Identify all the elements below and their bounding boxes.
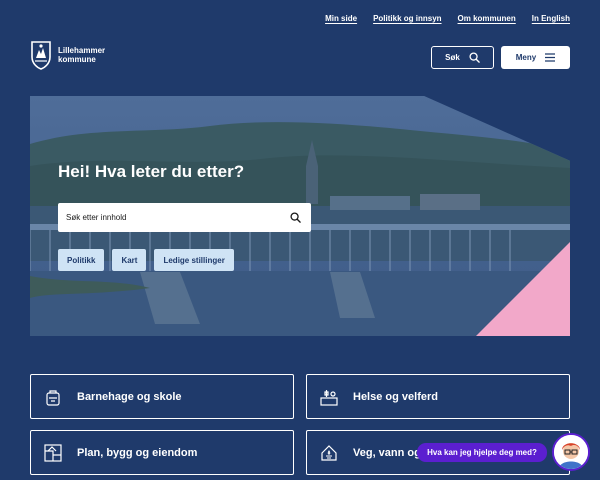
top-link-english[interactable]: In English — [532, 14, 570, 23]
search-icon — [469, 52, 480, 63]
site-logo[interactable]: Lillehammer kommune — [30, 40, 105, 70]
top-link-min-side[interactable]: Min side — [325, 14, 357, 23]
quick-link-ledige-stillinger[interactable]: Ledige stillinger — [154, 249, 234, 271]
quick-links: Politikk Kart Ledige stillinger — [58, 249, 234, 271]
building-plan-icon — [44, 443, 62, 462]
hero-search-input[interactable]: Søk etter innhold — [58, 203, 311, 232]
top-links: Min side Politikk og innsyn Om kommunen … — [325, 14, 570, 23]
logo-line-2: kommune — [58, 55, 96, 64]
category-label: Plan, bygg og eiendom — [77, 446, 198, 459]
search-button-label: Søk — [445, 53, 460, 62]
search-icon[interactable] — [290, 212, 301, 223]
category-card-helse[interactable]: Helse og velferd — [306, 374, 570, 419]
quick-link-politikk[interactable]: Politikk — [58, 249, 105, 271]
logo-text: Lillehammer kommune — [58, 46, 105, 64]
hamburger-icon — [545, 53, 556, 62]
house-water-icon — [321, 444, 337, 461]
chat-avatar[interactable] — [552, 433, 590, 471]
chatbot-avatar-icon — [554, 435, 588, 469]
category-card-plan[interactable]: Plan, bygg og eiendom — [30, 430, 294, 475]
search-button[interactable]: Søk — [431, 46, 494, 69]
care-icon — [320, 389, 338, 406]
backpack-icon — [46, 389, 60, 406]
category-label: Helse og velferd — [353, 390, 438, 403]
quick-link-kart[interactable]: Kart — [112, 249, 147, 271]
chat-prompt-bubble[interactable]: Hva kan jeg hjelpe deg med? — [417, 443, 547, 462]
crest-icon — [31, 41, 51, 70]
menu-button-label: Meny — [515, 53, 537, 62]
category-label: Barnehage og skole — [77, 390, 182, 403]
top-link-om-kommunen[interactable]: Om kommunen — [458, 14, 516, 23]
logo-line-1: Lillehammer — [58, 46, 106, 55]
hero-title: Hei! Hva leter du etter? — [58, 162, 245, 181]
top-link-politikk[interactable]: Politikk og innsyn — [373, 14, 441, 23]
category-card-barnehage[interactable]: Barnehage og skole — [30, 374, 294, 419]
search-placeholder: Søk etter innhold — [66, 213, 127, 222]
menu-button[interactable]: Meny — [501, 46, 570, 69]
category-label: Veg, vann og — [353, 446, 421, 459]
